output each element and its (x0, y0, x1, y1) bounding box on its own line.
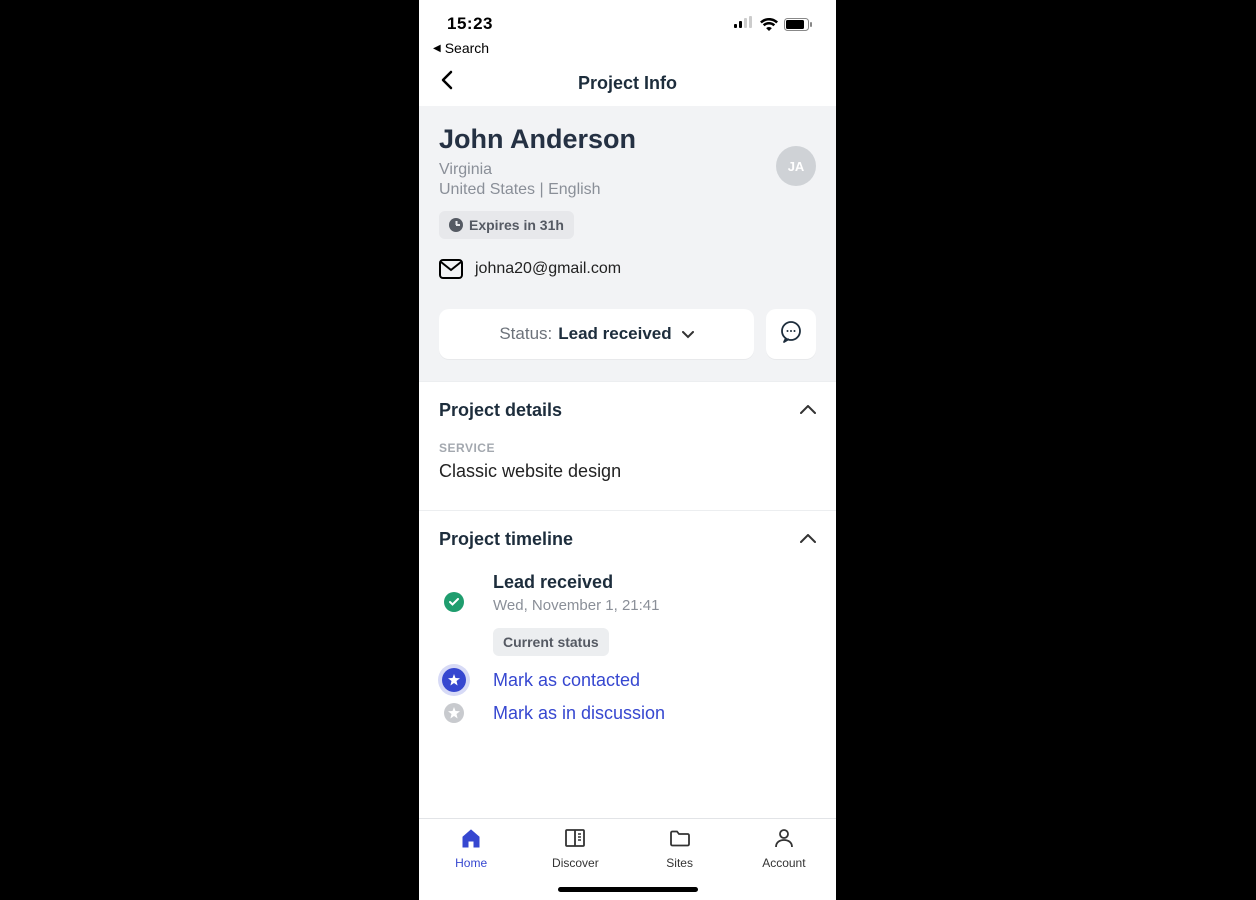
timeline-item: Lead received Wed, November 1, 21:41 Cur… (439, 572, 816, 668)
chevron-down-icon (682, 327, 694, 342)
chevron-up-icon (800, 531, 816, 549)
person-icon (773, 827, 795, 852)
home-indicator[interactable] (558, 887, 698, 892)
page-title: Project Info (419, 73, 836, 94)
avatar[interactable]: JA (776, 146, 816, 186)
tab-label: Account (762, 856, 805, 870)
tab-label: Home (455, 856, 487, 870)
clock-icon (449, 218, 463, 232)
wifi-icon (760, 18, 778, 31)
back-triangle-icon: ◀ (433, 43, 441, 54)
mark-as-contacted-link[interactable]: Mark as contacted (493, 670, 816, 691)
tab-home[interactable]: Home (419, 827, 523, 900)
status-value: Lead received (558, 324, 671, 344)
status-bar: 15:23 (419, 0, 836, 40)
project-details-title: Project details (439, 400, 562, 421)
chevron-up-icon (800, 402, 816, 420)
home-icon (460, 827, 482, 852)
nav-header: Project Info (419, 60, 836, 106)
current-status-badge: Current status (493, 628, 609, 656)
cellular-icon (734, 15, 754, 33)
timeline-item-title: Lead received (493, 572, 816, 593)
project-timeline-section: Project timeline (419, 510, 836, 736)
tab-label: Discover (552, 856, 599, 870)
tab-account[interactable]: Account (732, 827, 836, 900)
battery-icon (784, 18, 812, 31)
mark-as-in-discussion-link[interactable]: Mark as in discussion (493, 703, 816, 724)
back-to-search[interactable]: ◀ Search (419, 40, 836, 60)
client-region: Virginia (439, 161, 636, 179)
timeline-item: Mark as contacted (439, 668, 816, 703)
timeline-item: Mark as in discussion (439, 703, 816, 736)
project-details-section: Project details SERVICE Classic website … (419, 381, 836, 510)
tab-label: Sites (666, 856, 693, 870)
service-label: SERVICE (439, 441, 816, 455)
client-name: John Anderson (439, 124, 636, 155)
status-time: 15:23 (447, 14, 493, 34)
mail-icon (439, 259, 463, 279)
status-dropdown[interactable]: Status: Lead received (439, 309, 754, 359)
expiry-text: Expires in 31h (469, 217, 564, 233)
project-timeline-title: Project timeline (439, 529, 573, 550)
project-timeline-header[interactable]: Project timeline (439, 529, 816, 550)
chat-icon (779, 320, 803, 349)
folder-icon (669, 827, 691, 852)
client-country-language: United States | English (439, 181, 636, 199)
email-row[interactable]: johna20@gmail.com (439, 259, 816, 279)
status-label: Status: (499, 324, 552, 344)
chat-button[interactable] (766, 309, 816, 359)
project-details-header[interactable]: Project details (439, 400, 816, 421)
check-icon (444, 592, 464, 612)
star-icon (442, 668, 466, 692)
back-search-label: Search (445, 40, 489, 56)
phone-frame: 15:23 ◀ Search Project Inf (419, 0, 836, 900)
expiry-badge: Expires in 31h (439, 211, 574, 239)
avatar-initials: JA (788, 159, 805, 174)
star-icon (444, 703, 464, 723)
book-icon (564, 827, 586, 852)
profile-section: John Anderson Virginia United States | E… (419, 106, 836, 381)
service-value: Classic website design (439, 461, 816, 482)
email-address: johna20@gmail.com (475, 260, 621, 278)
timeline-item-date: Wed, November 1, 21:41 (493, 597, 816, 614)
